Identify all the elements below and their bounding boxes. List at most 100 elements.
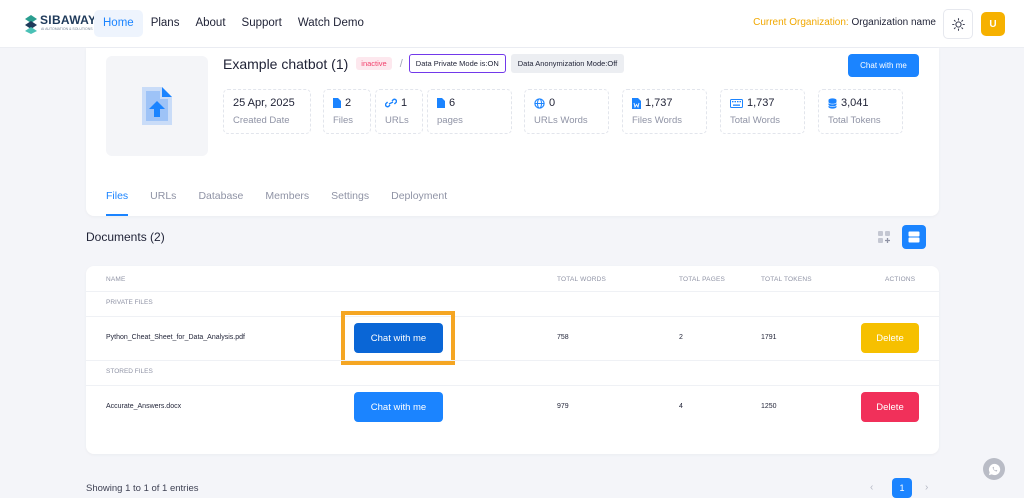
sun-icon (951, 17, 965, 31)
user-avatar[interactable]: U (981, 12, 1005, 36)
stat-value: 6 (449, 97, 456, 109)
globe-icon (534, 97, 545, 109)
stat-label: pages (437, 115, 463, 126)
stat-total-words: 1,737 Total Words (720, 89, 805, 134)
stat-label: Files (333, 115, 354, 126)
chatbot-tabs: Files URLs Database Members Settings Dep… (106, 190, 469, 216)
column-header-actions: ACTIONS (885, 276, 916, 283)
divider (86, 385, 939, 386)
section-label-private-files: PRIVATE FILES (106, 299, 153, 306)
current-organization: Current Organization: Organization name (753, 17, 936, 28)
grid-view-icon (877, 230, 890, 243)
divider (86, 291, 939, 292)
stat-value: 1 (401, 97, 408, 109)
stat-urls-words: 0 URLs Words (524, 89, 609, 134)
total-pages: 2 (679, 334, 683, 341)
file-upload-icon (142, 87, 172, 125)
status-badge: inactive (356, 57, 392, 70)
stat-value: 25 Apr, 2025 (233, 97, 295, 109)
pagination-page-button[interactable]: 1 (892, 478, 912, 498)
chatbot-title-row: Example chatbot (1) inactive / Data Priv… (223, 54, 625, 73)
whatsapp-chat-button[interactable] (983, 458, 1005, 480)
nav-watch-demo[interactable]: Watch Demo (290, 10, 372, 37)
stat-label: Total Words (730, 115, 780, 126)
brand-tagline: AI AUTOMATION & SOLUTIONS (41, 27, 93, 31)
stat-label: Files Words (632, 115, 682, 126)
total-tokens: 1250 (761, 403, 777, 410)
brand-logo[interactable]: SIBAWAY AI AUTOMATION & SOLUTIONS (23, 11, 96, 37)
stat-value: 0 (549, 97, 556, 109)
tab-database[interactable]: Database (198, 190, 243, 216)
org-label: Current Organization: (753, 17, 849, 28)
stat-label: URLs (385, 115, 409, 126)
stat-files: 2 Files (323, 89, 371, 134)
column-header-total-words: TOTAL WORDS (557, 276, 607, 283)
chat-with-file-button[interactable]: Chat with me (354, 323, 443, 353)
chatbot-overview-card: Example chatbot (1) inactive / Data Priv… (86, 48, 939, 216)
pagination-next-button[interactable]: › (925, 482, 928, 493)
stat-files-words: 1,737 Files Words (622, 89, 707, 134)
word-file-icon (632, 97, 641, 109)
stat-value: 2 (345, 97, 352, 109)
stat-total-tokens: 3,041 Total Tokens (818, 89, 903, 134)
documents-title: Documents (2) (86, 230, 165, 244)
file-name: Accurate_Answers.docx (106, 403, 182, 410)
whatsapp-icon (988, 463, 1000, 475)
stat-label: Created Date (233, 115, 290, 126)
documents-table: NAME TOTAL WORDS TOTAL PAGES TOTAL TOKEN… (86, 266, 939, 454)
divider (86, 360, 939, 361)
stat-value: 1,737 (747, 97, 775, 109)
total-words: 758 (557, 334, 569, 341)
stat-urls: 1 URLs (375, 89, 423, 134)
file-icon (437, 98, 445, 108)
delete-button[interactable]: Delete (861, 323, 919, 353)
file-name: Python_Cheat_Sheet_for_Data_Analysis.pdf (106, 334, 245, 341)
chat-with-me-button[interactable]: Chat with me (848, 54, 919, 77)
brand-name: SIBAWAY (40, 13, 97, 27)
total-pages: 4 (679, 403, 683, 410)
pagination-info: Showing 1 to 1 of 1 entries (86, 483, 199, 494)
nav-support[interactable]: Support (234, 10, 290, 37)
stat-label: URLs Words (534, 115, 588, 126)
pagination-prev-button[interactable]: ‹ (870, 482, 873, 493)
grid-view-button[interactable] (873, 226, 895, 248)
column-header-name: NAME (106, 276, 126, 283)
file-icon (333, 98, 341, 108)
link-icon (385, 98, 397, 108)
stat-label: Total Tokens (828, 115, 881, 126)
stat-value: 3,041 (841, 97, 869, 109)
nav-plans[interactable]: Plans (143, 10, 188, 37)
org-name: Organization name (851, 17, 937, 28)
theme-toggle-button[interactable] (943, 9, 973, 39)
chatbot-thumbnail (106, 56, 208, 156)
delete-button[interactable]: Delete (861, 392, 919, 422)
list-view-icon (908, 231, 920, 243)
database-icon (828, 97, 837, 109)
total-words: 979 (557, 403, 569, 410)
stat-pages: 6 pages (427, 89, 512, 134)
column-header-total-tokens: TOTAL TOKENS (761, 276, 812, 283)
stat-value: 1,737 (645, 97, 673, 109)
chatbot-title: Example chatbot (1) (223, 55, 349, 72)
keyboard-icon (730, 98, 743, 108)
tab-deployment[interactable]: Deployment (391, 190, 447, 216)
tab-members[interactable]: Members (265, 190, 309, 216)
stat-created-date: 25 Apr, 2025 Created Date (223, 89, 311, 134)
anonymization-mode-badge[interactable]: Data Anonymization Mode:Off (510, 54, 625, 73)
private-mode-badge[interactable]: Data Private Mode is:ON (408, 54, 506, 73)
list-view-button[interactable] (902, 225, 926, 249)
divider (86, 316, 939, 317)
logo-mark-icon (25, 15, 37, 34)
separator: / (399, 57, 403, 70)
tab-files[interactable]: Files (106, 190, 129, 216)
chat-with-file-button[interactable]: Chat with me (354, 392, 443, 422)
tab-urls[interactable]: URLs (150, 190, 176, 216)
tab-settings[interactable]: Settings (331, 190, 369, 216)
total-tokens: 1791 (761, 334, 777, 341)
section-label-stored-files: STORED FILES (106, 368, 153, 375)
top-navbar: SIBAWAY AI AUTOMATION & SOLUTIONS Home P… (0, 0, 1024, 48)
column-header-total-pages: TOTAL PAGES (679, 276, 726, 283)
nav-about[interactable]: About (187, 10, 233, 37)
main-nav: Home Plans About Support Watch Demo (94, 10, 372, 37)
nav-home[interactable]: Home (94, 10, 143, 37)
